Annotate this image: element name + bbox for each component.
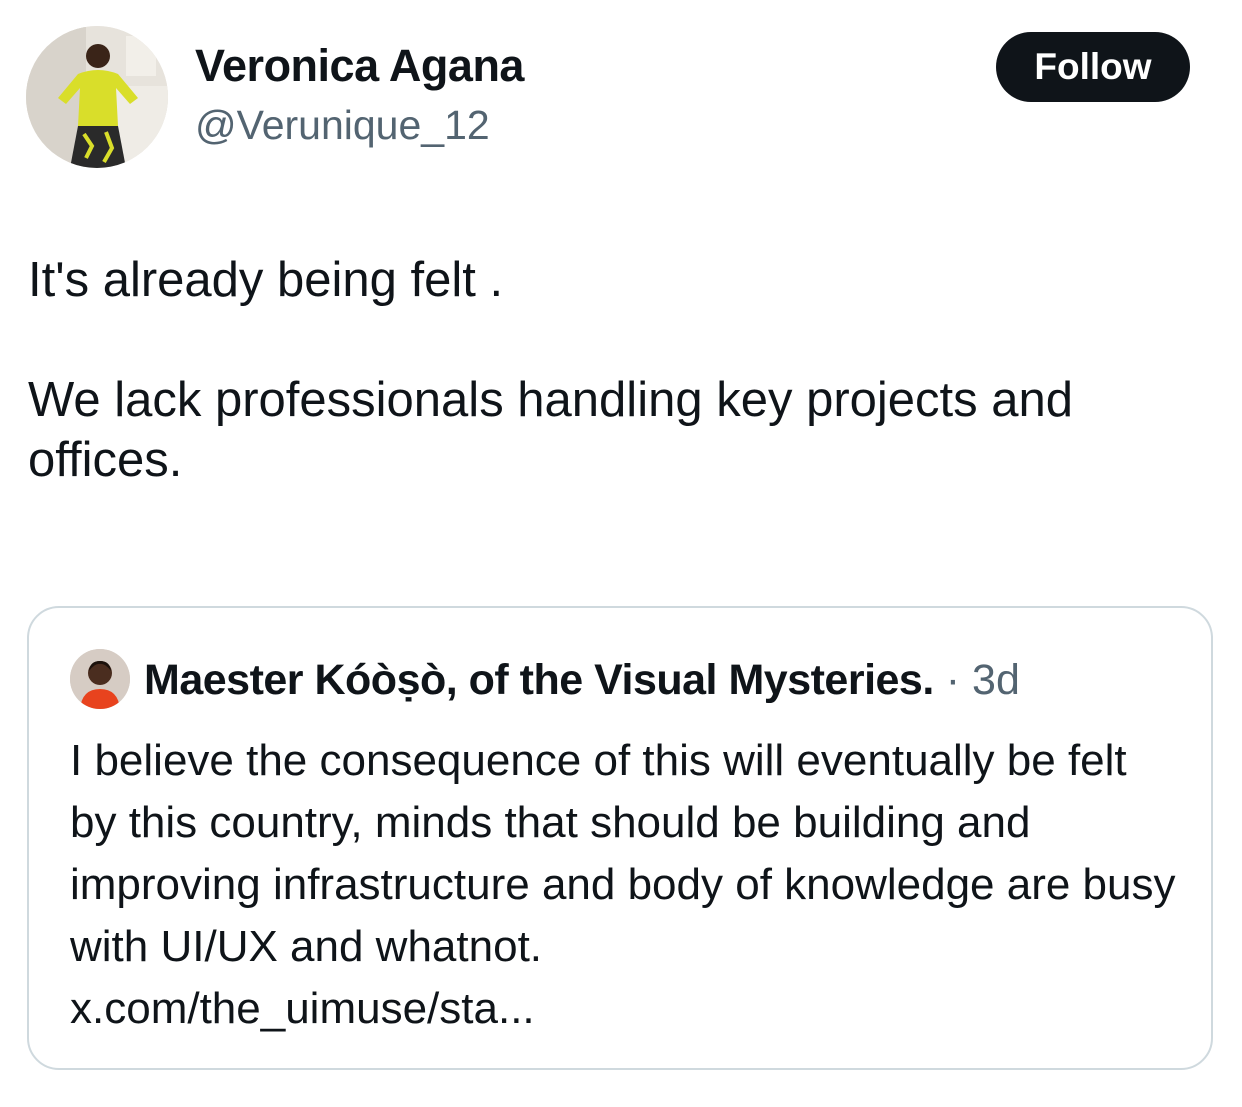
meta-separator: ·: [945, 656, 961, 704]
quoted-author-avatar[interactable]: [70, 649, 130, 709]
author-avatar[interactable]: [26, 26, 168, 168]
tweet-paragraph: It's already being felt .: [28, 253, 504, 307]
user-avatar-photo-icon: [26, 26, 168, 168]
tweet-paragraph: We lack professionals handling key proje…: [28, 373, 1074, 487]
quoted-tweet-card[interactable]: Maester Kóòṣò, of the Visual Mysteries. …: [27, 606, 1213, 1070]
quoted-tweet-text: I believe the consequence of this will e…: [70, 736, 1176, 971]
quoted-tweet-link[interactable]: x.com/the_uimuse/sta...: [70, 978, 535, 1040]
author-display-name[interactable]: Veronica Agana: [195, 40, 524, 92]
tweet-header: Veronica Agana @Verunique_12 Follow: [0, 0, 1242, 200]
quoted-author-name[interactable]: Maester Kóòṣò, of the Visual Mysteries.: [144, 656, 934, 704]
quoted-user-avatar-photo-icon: [70, 649, 130, 709]
follow-button[interactable]: Follow: [996, 32, 1190, 102]
tweet-body: It's already being felt . We lack profes…: [28, 250, 1218, 490]
author-handle[interactable]: @Verunique_12: [195, 102, 490, 149]
quoted-tweet-time[interactable]: 3d: [972, 656, 1020, 704]
quoted-tweet-meta: Maester Kóòṣò, of the Visual Mysteries. …: [144, 652, 1020, 708]
